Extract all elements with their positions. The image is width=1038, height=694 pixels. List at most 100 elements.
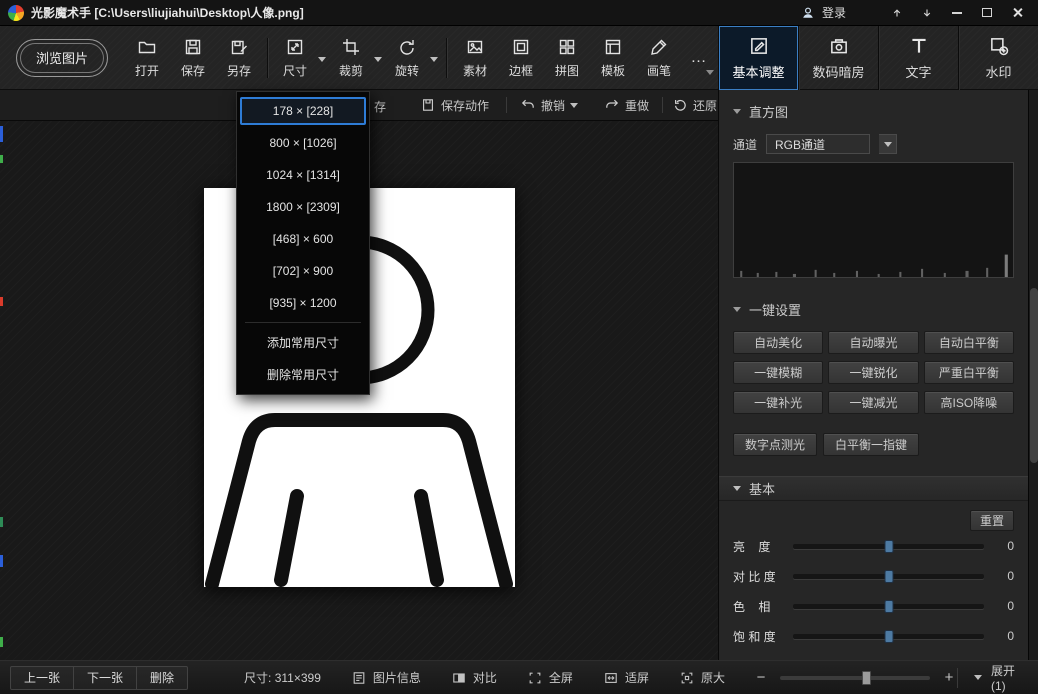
rotate-button[interactable]: 旋转 <box>385 31 441 85</box>
save-label: 保存 <box>181 62 205 79</box>
auto-exposure-button[interactable]: 自动曝光 <box>828 331 918 354</box>
size-menu-item[interactable]: [702] × 900 <box>237 255 369 287</box>
reduce-light-button[interactable]: 一键减光 <box>828 391 918 414</box>
save-as-button[interactable]: 另存 <box>216 31 262 85</box>
arrow-down-button[interactable] <box>912 3 942 23</box>
clipped-button-label[interactable]: 存 <box>374 98 386 115</box>
toolbar-separator <box>267 38 268 78</box>
save-action-button[interactable]: 保存动作 <box>420 90 489 120</box>
hue-label: 色 相 <box>733 598 793 615</box>
panel-scrollbar[interactable] <box>1028 90 1038 660</box>
digital-spot-metering-button[interactable]: 数字点测光 <box>733 433 817 456</box>
channel-select[interactable]: RGB通道 <box>766 134 870 154</box>
image-info-button[interactable]: 图片信息 <box>351 669 421 686</box>
material-button[interactable]: 素材 <box>452 31 498 85</box>
chevron-down-icon[interactable] <box>570 103 578 108</box>
one-click-extra-row: 数字点测光 白平衡一指键 <box>733 433 1014 456</box>
hue-slider[interactable] <box>793 604 984 609</box>
open-label: 打开 <box>135 62 159 79</box>
slider-handle[interactable] <box>884 600 893 613</box>
next-image-button[interactable]: 下一张 <box>73 667 136 689</box>
fullscreen-button[interactable]: 全屏 <box>527 669 573 686</box>
minimize-button[interactable] <box>942 3 972 23</box>
resize-button[interactable]: 尺寸 <box>273 31 329 85</box>
channel-select-arrow-button[interactable] <box>879 134 897 154</box>
size-menu-item[interactable]: 800 × [1026] <box>237 127 369 159</box>
mode-tabs: 基本调整 数码暗房 文字 水印 <box>718 26 1038 90</box>
close-button[interactable] <box>1002 3 1032 23</box>
undo-button[interactable]: 撤销 <box>520 90 578 120</box>
open-button[interactable]: 打开 <box>124 31 170 85</box>
contrast-slider[interactable] <box>793 574 984 579</box>
frame-button[interactable]: 边框 <box>498 31 544 85</box>
one-click-blur-button[interactable]: 一键模糊 <box>733 361 823 384</box>
zoom-slider-handle[interactable] <box>862 671 871 685</box>
redo-button[interactable]: 重做 <box>604 90 649 120</box>
fullscreen-label: 全屏 <box>549 669 573 686</box>
compare-button[interactable]: 对比 <box>451 669 497 686</box>
saturation-slider[interactable] <box>793 634 984 639</box>
remove-common-size-item[interactable]: 删除常用尺寸 <box>237 358 369 390</box>
original-size-button[interactable]: 原大 <box>679 669 725 686</box>
chevron-down-icon[interactable] <box>318 57 326 62</box>
chevron-down-icon[interactable] <box>374 57 382 62</box>
collage-button[interactable]: 拼图 <box>544 31 590 85</box>
basic-title: 基本 <box>749 479 775 498</box>
severe-white-balance-button[interactable]: 严重白平衡 <box>924 361 1014 384</box>
maximize-button[interactable] <box>972 3 1002 23</box>
more-tools-button[interactable]: … <box>682 31 716 85</box>
one-click-sharpen-button[interactable]: 一键锐化 <box>828 361 918 384</box>
previous-image-button[interactable]: 上一张 <box>11 667 73 689</box>
slider-handle[interactable] <box>884 540 893 553</box>
browse-images-button[interactable]: 浏览图片 <box>16 39 108 77</box>
delete-image-button[interactable]: 删除 <box>136 667 187 689</box>
tab-text[interactable]: 文字 <box>878 26 958 90</box>
darkroom-icon <box>828 35 850 57</box>
reset-button[interactable]: 重置 <box>970 510 1014 531</box>
image-size-text: 尺寸: 311×399 <box>244 669 321 686</box>
brightness-slider[interactable] <box>793 544 984 549</box>
scrollbar-thumb[interactable] <box>1030 288 1038 463</box>
tab-watermark[interactable]: 水印 <box>958 26 1038 90</box>
chevron-down-icon[interactable] <box>430 57 438 62</box>
size-menu-item[interactable]: 178 × [228] <box>240 97 366 125</box>
channel-select-value: RGB通道 <box>775 136 825 153</box>
rotate-icon <box>397 37 417 57</box>
brush-button[interactable]: 画笔 <box>636 31 682 85</box>
size-menu-item[interactable]: 1800 × [2309] <box>237 191 369 223</box>
slider-handle[interactable] <box>884 630 893 643</box>
fill-light-button[interactable]: 一键补光 <box>733 391 823 414</box>
restore-icon <box>672 97 688 113</box>
original-size-icon <box>679 670 695 686</box>
basic-section-header[interactable]: 基本 <box>719 476 1028 501</box>
arrow-up-button[interactable] <box>882 3 912 23</box>
crop-button[interactable]: 裁剪 <box>329 31 385 85</box>
desktop-artifact <box>0 297 3 306</box>
white-balance-picker-button[interactable]: 白平衡一指键 <box>823 433 919 456</box>
restore-button[interactable]: 还原 <box>672 90 717 120</box>
high-iso-denoise-button[interactable]: 高ISO降噪 <box>924 391 1014 414</box>
fit-screen-button[interactable]: 适屏 <box>603 669 649 686</box>
auto-beautify-button[interactable]: 自动美化 <box>733 331 823 354</box>
zoom-out-button[interactable]: − <box>753 669 769 686</box>
add-common-size-item[interactable]: 添加常用尺寸 <box>237 326 369 358</box>
zoom-in-button[interactable]: + <box>941 669 957 686</box>
hue-value: 0 <box>996 599 1014 613</box>
slider-handle[interactable] <box>884 570 893 583</box>
zoom-slider[interactable] <box>780 676 930 680</box>
brightness-label: 亮 度 <box>733 538 793 555</box>
tab-basic-adjust[interactable]: 基本调整 <box>718 26 798 90</box>
size-menu-item[interactable]: [468] × 600 <box>237 223 369 255</box>
size-menu-item[interactable]: 1024 × [1314] <box>237 159 369 191</box>
tab-digital-darkroom[interactable]: 数码暗房 <box>798 26 878 90</box>
tab-watermark-label: 水印 <box>985 62 1011 81</box>
text-icon <box>908 35 930 57</box>
save-button[interactable]: 保存 <box>170 31 216 85</box>
template-button[interactable]: 模板 <box>590 31 636 85</box>
auto-white-balance-button[interactable]: 自动白平衡 <box>924 331 1014 354</box>
size-menu-item[interactable]: [935] × 1200 <box>237 287 369 319</box>
one-click-section-header[interactable]: 一键设置 <box>733 300 1014 319</box>
login-button[interactable]: 登录 <box>792 2 854 23</box>
expand-panel-button[interactable]: 展开(1) <box>957 668 1028 688</box>
histogram-section-header[interactable]: 直方图 <box>733 102 1014 121</box>
